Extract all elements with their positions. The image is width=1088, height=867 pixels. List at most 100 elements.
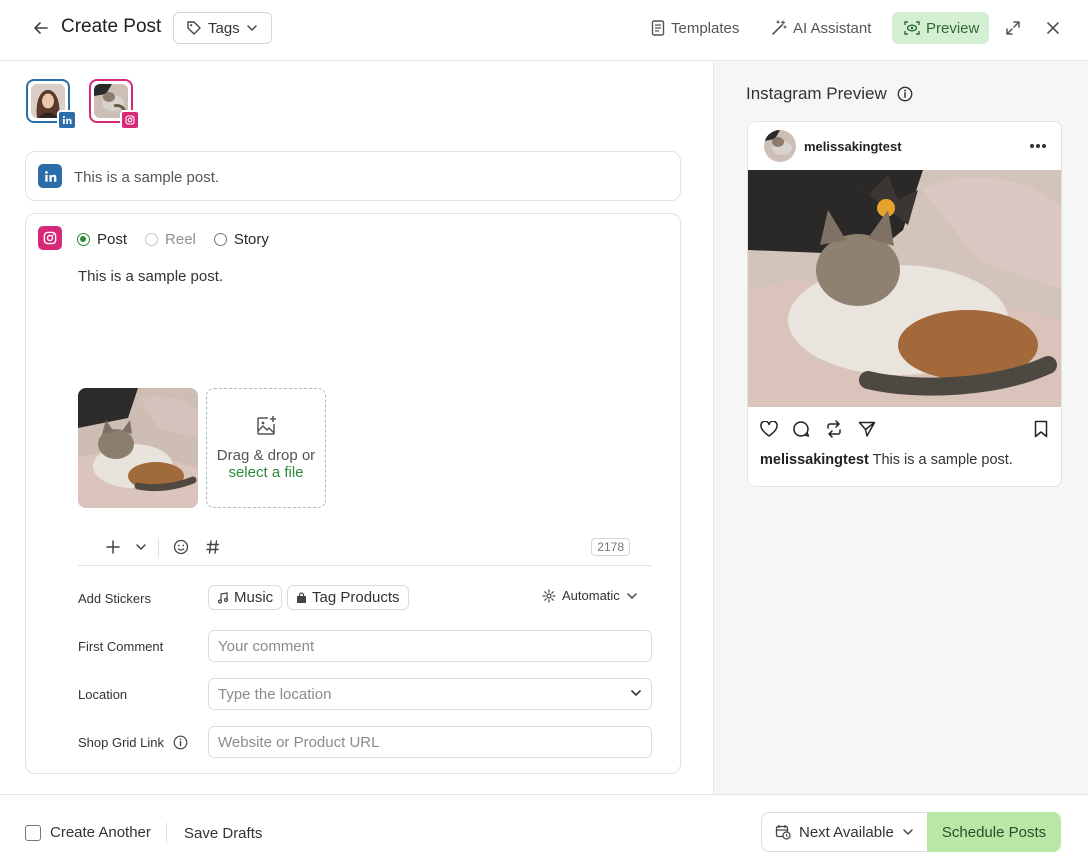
preview-username: melissakingtest xyxy=(804,139,902,154)
ai-assistant-label: AI Assistant xyxy=(793,19,872,37)
add-button[interactable] xyxy=(102,536,124,558)
document-icon xyxy=(651,20,665,36)
ai-assistant-button[interactable]: AI Assistant xyxy=(771,12,871,44)
tags-dropdown[interactable]: Tags xyxy=(173,12,272,44)
post-type-reel-radio[interactable]: Reel xyxy=(145,231,196,248)
media-thumbnail[interactable] xyxy=(78,388,198,508)
next-available-dropdown[interactable]: Next Available xyxy=(761,812,928,852)
chevron-down-icon xyxy=(627,592,637,599)
shop-grid-link-label: Shop Grid Link xyxy=(78,735,164,750)
preview-caption: melissakingtest This is a sample post. xyxy=(760,452,1013,468)
linkedin-post-text[interactable]: This is a sample post. xyxy=(74,169,219,186)
add-menu-toggle[interactable] xyxy=(130,536,152,558)
like-button[interactable] xyxy=(758,418,780,440)
gear-icon xyxy=(542,588,556,603)
caption-username: melissakingtest xyxy=(760,452,869,468)
linkedin-icon xyxy=(62,115,72,124)
expand-button[interactable] xyxy=(1001,16,1025,40)
header: Create Post Tags Templates AI Assistant … xyxy=(0,0,1088,61)
location-input[interactable] xyxy=(208,678,652,710)
select-file-link[interactable]: select a file xyxy=(228,464,303,481)
location-label: Location xyxy=(78,687,128,702)
editor-toolbar: 2178 xyxy=(78,532,652,566)
instagram-post-text[interactable]: This is a sample post. xyxy=(78,268,223,285)
footer: Create Another Save Drafts Next Availabl… xyxy=(0,794,1088,867)
smiley-icon xyxy=(173,539,189,555)
templates-label: Templates xyxy=(671,19,740,37)
bookmark-icon xyxy=(1034,420,1048,438)
eye-scan-icon xyxy=(904,21,920,35)
more-options-button[interactable] xyxy=(1029,136,1047,152)
post-type-radio-group: Post Reel Story xyxy=(77,231,269,248)
radio-dot xyxy=(77,233,90,246)
instagram-post-card: Post Reel Story This is a sample post. D… xyxy=(25,213,681,774)
expand-icon xyxy=(1006,21,1020,35)
calendar-clock-icon xyxy=(775,825,791,840)
tags-label: Tags xyxy=(208,19,240,37)
close-icon xyxy=(1047,22,1059,34)
automatic-dropdown[interactable]: Automatic xyxy=(542,588,638,603)
repost-icon xyxy=(827,420,841,438)
repost-button[interactable] xyxy=(823,418,845,440)
hashtag-button[interactable] xyxy=(202,536,224,558)
preview-actions xyxy=(748,418,1061,440)
share-button[interactable] xyxy=(856,418,878,440)
chevron-down-icon xyxy=(136,544,146,551)
radio-dot xyxy=(213,233,227,246)
tag-products-button[interactable]: Tag Products xyxy=(287,585,409,610)
music-label: Music xyxy=(234,589,274,606)
linkedin-network-badge xyxy=(38,164,62,188)
media-dropzone[interactable]: Drag & drop or select a file xyxy=(206,388,326,508)
back-button[interactable] xyxy=(30,17,52,39)
add-stickers-label: Add Stickers xyxy=(78,591,151,606)
save-button[interactable] xyxy=(1030,418,1052,440)
preview-title: Instagram Preview xyxy=(746,84,887,103)
cat-photo xyxy=(78,388,198,508)
shop-grid-link-input[interactable] xyxy=(208,726,652,758)
chevron-down-icon xyxy=(246,25,257,32)
avatar-image xyxy=(764,130,796,162)
tag-products-label: Tag Products xyxy=(312,589,400,606)
linkedin-post-card[interactable]: This is a sample post. xyxy=(25,151,681,201)
shop-grid-link-row-label: Shop Grid Link xyxy=(78,735,188,750)
schedule-posts-button[interactable]: Schedule Posts xyxy=(927,812,1061,852)
arrow-left-icon xyxy=(34,22,48,34)
automatic-label: Automatic xyxy=(562,588,620,603)
more-horizontal-icon xyxy=(1030,144,1046,148)
create-another-checkbox[interactable]: Create Another xyxy=(25,824,151,841)
footer-divider xyxy=(166,823,167,843)
linkedin-account-avatar[interactable] xyxy=(26,79,77,130)
music-sticker-button[interactable]: Music xyxy=(208,585,283,610)
instagram-badge xyxy=(120,110,140,130)
preview-panel: Instagram Preview melissakingtest meliss… xyxy=(713,61,1088,794)
character-count: 2178 xyxy=(591,538,630,556)
toolbar-divider xyxy=(158,539,159,557)
close-button[interactable] xyxy=(1041,16,1065,40)
plus-icon xyxy=(106,540,120,554)
next-available-label: Next Available xyxy=(799,823,894,841)
hashtag-icon xyxy=(206,540,220,554)
instagram-preview-card: melissakingtest melissakingtest This is … xyxy=(747,121,1062,487)
post-type-story-radio[interactable]: Story xyxy=(213,231,269,248)
preview-label: Preview xyxy=(926,19,980,37)
shopping-bag-icon xyxy=(297,591,306,603)
preview-button[interactable]: Preview xyxy=(892,12,989,44)
instagram-icon xyxy=(43,231,57,245)
add-image-icon xyxy=(257,416,276,435)
post-type-post-radio[interactable]: Post xyxy=(77,231,127,248)
instagram-account-avatar[interactable] xyxy=(89,79,140,130)
emoji-button[interactable] xyxy=(170,536,192,558)
post-type-label: Story xyxy=(233,231,269,248)
info-icon[interactable] xyxy=(173,735,188,750)
magic-wand-icon xyxy=(772,20,787,35)
templates-button[interactable]: Templates xyxy=(651,12,739,44)
page-title: Create Post xyxy=(61,16,162,37)
chevron-down-icon[interactable] xyxy=(630,687,642,699)
first-comment-input[interactable] xyxy=(208,630,652,662)
caption-text: This is a sample post. xyxy=(872,452,1013,468)
instagram-icon xyxy=(125,115,135,125)
save-drafts-button[interactable]: Save Drafts xyxy=(184,825,262,842)
heart-icon xyxy=(760,421,778,437)
info-icon[interactable] xyxy=(897,86,913,102)
comment-button[interactable] xyxy=(790,418,812,440)
